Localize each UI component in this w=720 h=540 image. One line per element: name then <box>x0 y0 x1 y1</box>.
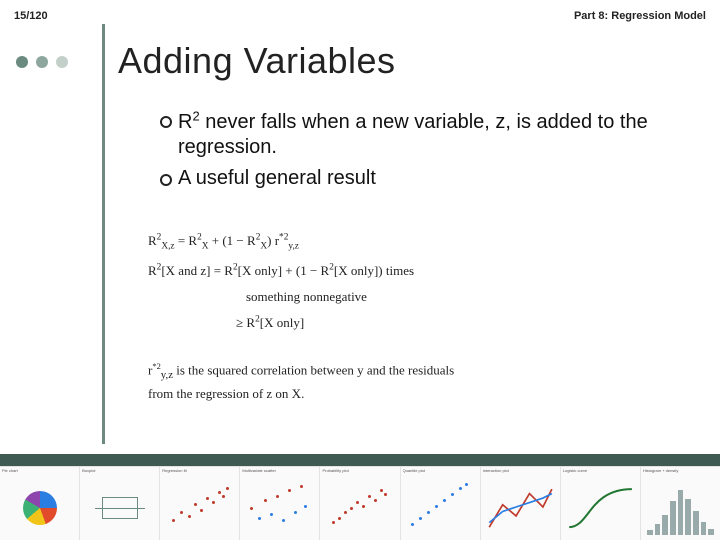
math-block: R2X,z = R2X + (1 − R2X) r*2y,z R2[X and … <box>148 230 668 338</box>
header: 15/120 Part 8: Regression Model <box>0 8 720 28</box>
bullet-item: A useful general result <box>160 166 660 191</box>
dot-icon <box>16 56 28 68</box>
accent-dots <box>16 56 68 68</box>
thumbnail <box>80 467 160 540</box>
pie-icon <box>23 491 57 525</box>
note-line: r*2y,z is the squared correlation betwee… <box>148 360 668 384</box>
thumbnail <box>401 467 481 540</box>
bullet-text: A useful general result <box>178 167 376 189</box>
bullet-item: R2 never falls when a new variable, z, i… <box>160 108 660 160</box>
math-line: R2X,z = R2X + (1 − R2X) r*2y,z <box>148 230 668 256</box>
math-line: something nonnegative <box>148 286 668 308</box>
thumbnail <box>561 467 641 540</box>
histogram-icon <box>647 485 714 535</box>
thumbnail-strip <box>0 466 720 540</box>
math-note: r*2y,z is the squared correlation betwee… <box>148 360 668 405</box>
page-number: 15/120 <box>14 10 48 22</box>
thumbnail <box>481 467 561 540</box>
dot-icon <box>56 56 68 68</box>
math-line: R2[X and z] = R2[X only] + (1 − R2[X onl… <box>148 260 668 282</box>
footer-band <box>0 454 720 466</box>
slide: 15/120 Part 8: Regression Model Adding V… <box>0 0 720 540</box>
curve-icon <box>567 479 634 535</box>
math-line: ≥ R2[X only] <box>148 312 668 334</box>
thumbnail <box>641 467 720 540</box>
slide-title: Adding Variables <box>118 40 396 82</box>
accent-bar <box>102 24 105 444</box>
dot-icon <box>36 56 48 68</box>
note-line: from the regression of z on X. <box>148 384 668 405</box>
thumbnail <box>240 467 320 540</box>
bullet-text: R2 never falls when a new variable, z, i… <box>178 111 648 158</box>
bullet-list: R2 never falls when a new variable, z, i… <box>160 108 660 197</box>
part-label: Part 8: Regression Model <box>574 10 706 22</box>
thumbnail <box>0 467 80 540</box>
thumbnail <box>320 467 400 540</box>
thumbnail <box>160 467 240 540</box>
boxplot-icon <box>102 497 138 519</box>
line-icon <box>487 479 554 535</box>
